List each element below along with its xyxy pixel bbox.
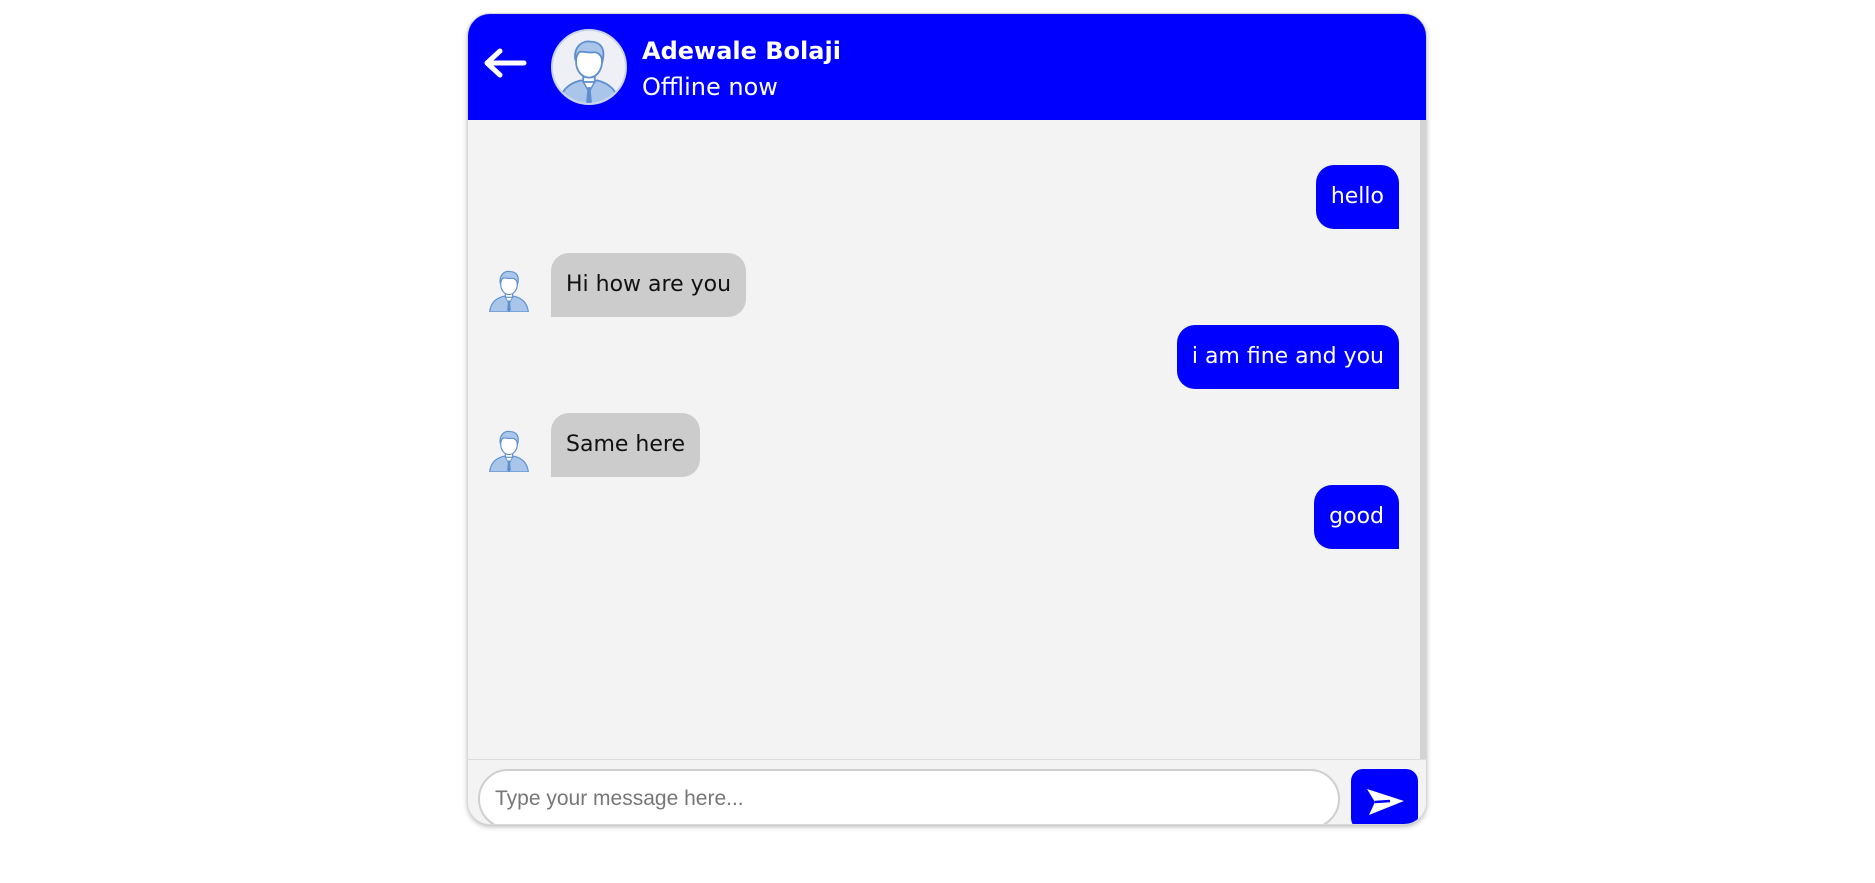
send-button[interactable] [1351, 769, 1418, 824]
user-avatar-icon [553, 33, 625, 105]
contact-avatar [551, 29, 627, 105]
outgoing-message-bubble: good [1314, 485, 1399, 549]
send-icon [1367, 789, 1404, 815]
user-avatar-icon [486, 264, 532, 314]
contact-name: Adewale Bolaji [642, 37, 841, 65]
message-list: hello Hi how are you i am fine and you S… [468, 120, 1420, 759]
arrow-left-icon [484, 48, 527, 78]
chat-header: Adewale Bolaji Offline now [468, 14, 1426, 120]
back-button[interactable] [482, 47, 528, 79]
message-input[interactable] [478, 769, 1340, 824]
incoming-message-bubble: Hi how are you [551, 253, 747, 317]
outgoing-message-bubble: i am fine and you [1176, 325, 1399, 389]
user-avatar-icon [486, 424, 532, 474]
message-list-scrollbar[interactable] [1420, 120, 1426, 759]
incoming-message-bubble: Same here [551, 413, 700, 477]
message-composer [468, 759, 1426, 824]
contact-status: Offline now [642, 73, 778, 101]
outgoing-message-bubble: hello [1315, 165, 1399, 229]
chat-window: Adewale Bolaji Offline now hello Hi how … [468, 14, 1426, 824]
